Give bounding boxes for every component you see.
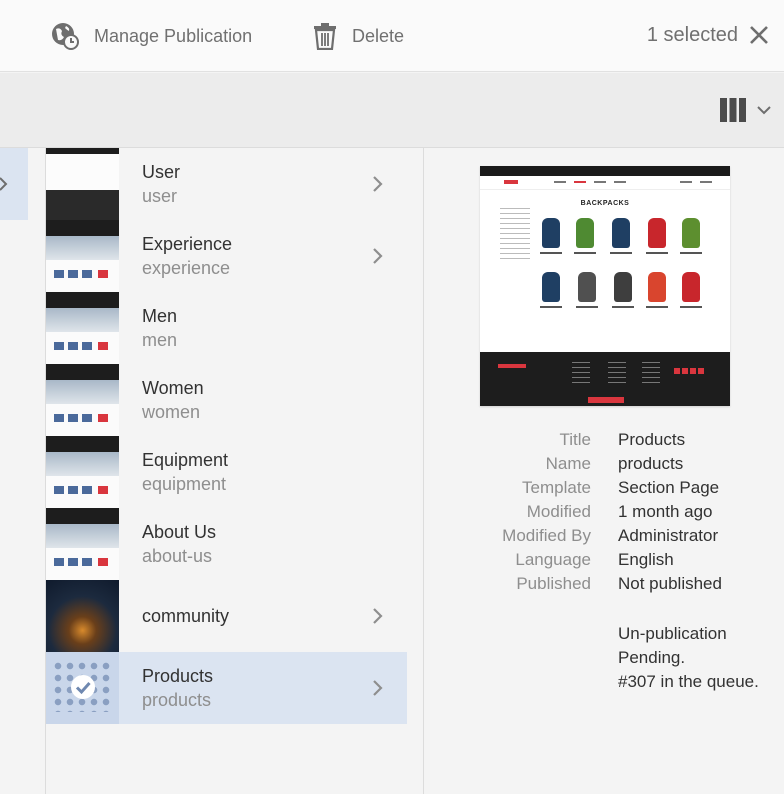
checkmark-circle-icon[interactable] — [70, 674, 96, 700]
page-title: Men — [142, 306, 178, 326]
page-row[interactable]: Men men — [46, 292, 407, 364]
chevron-right-icon[interactable] — [372, 607, 384, 625]
property-row: Title Products — [425, 430, 784, 454]
page-row[interactable]: Products products — [46, 652, 407, 724]
page-title: About Us — [142, 522, 217, 542]
property-key: Published — [516, 574, 591, 593]
page-title: community — [142, 606, 230, 626]
view-switcher-button[interactable] — [720, 97, 772, 123]
page-name: experience — [142, 258, 231, 278]
chevron-right-icon[interactable] — [372, 247, 384, 265]
property-row: Published Not published — [425, 574, 784, 598]
manage-publication-label: Manage Publication — [94, 25, 253, 46]
page-name: products — [142, 690, 212, 710]
note-line: #307 in the queue. — [618, 672, 759, 691]
pages-column: User user Experience experience Men men Women w… — [46, 148, 424, 794]
page-row[interactable]: About Us about-us — [46, 508, 407, 580]
page-thumbnail — [46, 436, 119, 508]
property-value: Products — [618, 430, 686, 449]
page-thumbnail — [46, 220, 119, 292]
page-title: Equipment — [142, 450, 229, 470]
property-value: Section Page — [618, 478, 720, 497]
property-key: Template — [522, 478, 591, 497]
page-title: User — [142, 162, 181, 182]
page-thumbnail — [46, 580, 119, 652]
column-view-icon — [720, 98, 746, 122]
property-value: Administrator — [618, 526, 719, 545]
delete-button[interactable]: Delete — [312, 18, 404, 54]
chevron-right-icon[interactable] — [372, 175, 384, 193]
property-row: Modified 1 month ago — [425, 502, 784, 526]
page-thumbnail — [46, 364, 119, 436]
page-name: men — [142, 330, 178, 350]
view-toolbar — [0, 73, 784, 148]
property-row: Language English — [425, 550, 784, 574]
page-thumbnail — [46, 652, 119, 724]
page-name: women — [142, 402, 201, 422]
property-value: products — [618, 454, 684, 473]
action-bar: Manage Publication Delete 1 selected — [0, 0, 784, 72]
property-value: 1 month ago — [618, 502, 713, 521]
selection-count: 1 selected — [646, 24, 738, 46]
trash-icon — [314, 23, 336, 50]
page-preview-thumbnail: BACKPACKS — [480, 166, 730, 406]
parent-column — [0, 148, 46, 794]
close-icon[interactable] — [746, 22, 772, 48]
publication-status-note: Un-publication Pending. #307 in the queu… — [618, 622, 778, 694]
property-key: Title — [559, 430, 592, 449]
page-row[interactable]: Women women — [46, 364, 407, 436]
page-name: equipment — [142, 474, 227, 494]
page-thumbnail — [46, 508, 119, 580]
property-key: Modified By — [502, 526, 591, 545]
property-row: Template Section Page — [425, 478, 784, 502]
parent-selected-item[interactable] — [0, 148, 28, 220]
property-row: Name products — [425, 454, 784, 478]
property-key: Modified — [526, 502, 591, 521]
page-title: Women — [142, 378, 204, 398]
page-name: user — [142, 186, 178, 206]
property-key: Language — [515, 550, 591, 569]
globe-clock-icon — [52, 23, 79, 50]
page-row[interactable]: User user — [46, 148, 407, 220]
page-row[interactable]: Experience experience — [46, 220, 407, 292]
note-line: Pending. — [618, 648, 686, 667]
chevron-right-icon — [0, 177, 8, 191]
preview-heading: BACKPACKS — [580, 200, 630, 207]
page-row[interactable]: Equipment equipment — [46, 436, 407, 508]
note-line: Un-publication — [618, 624, 727, 643]
property-value: English — [618, 550, 674, 569]
property-value: Not published — [618, 574, 722, 593]
page-thumbnail — [46, 292, 119, 364]
page-name: about-us — [142, 546, 213, 566]
chevron-right-icon[interactable] — [372, 679, 384, 697]
page-row[interactable]: community — [46, 580, 407, 652]
property-key: Name — [545, 454, 591, 473]
property-row: Modified By Administrator — [425, 526, 784, 550]
manage-publication-button[interactable]: Manage Publication — [50, 18, 252, 54]
chevron-down-icon — [757, 106, 771, 115]
details-panel: BACKPACKS Title Products Name products T… — [425, 148, 784, 794]
page-title: Products — [142, 666, 214, 686]
delete-label: Delete — [352, 25, 405, 46]
page-title: Experience — [142, 234, 233, 254]
page-thumbnail — [46, 148, 119, 220]
